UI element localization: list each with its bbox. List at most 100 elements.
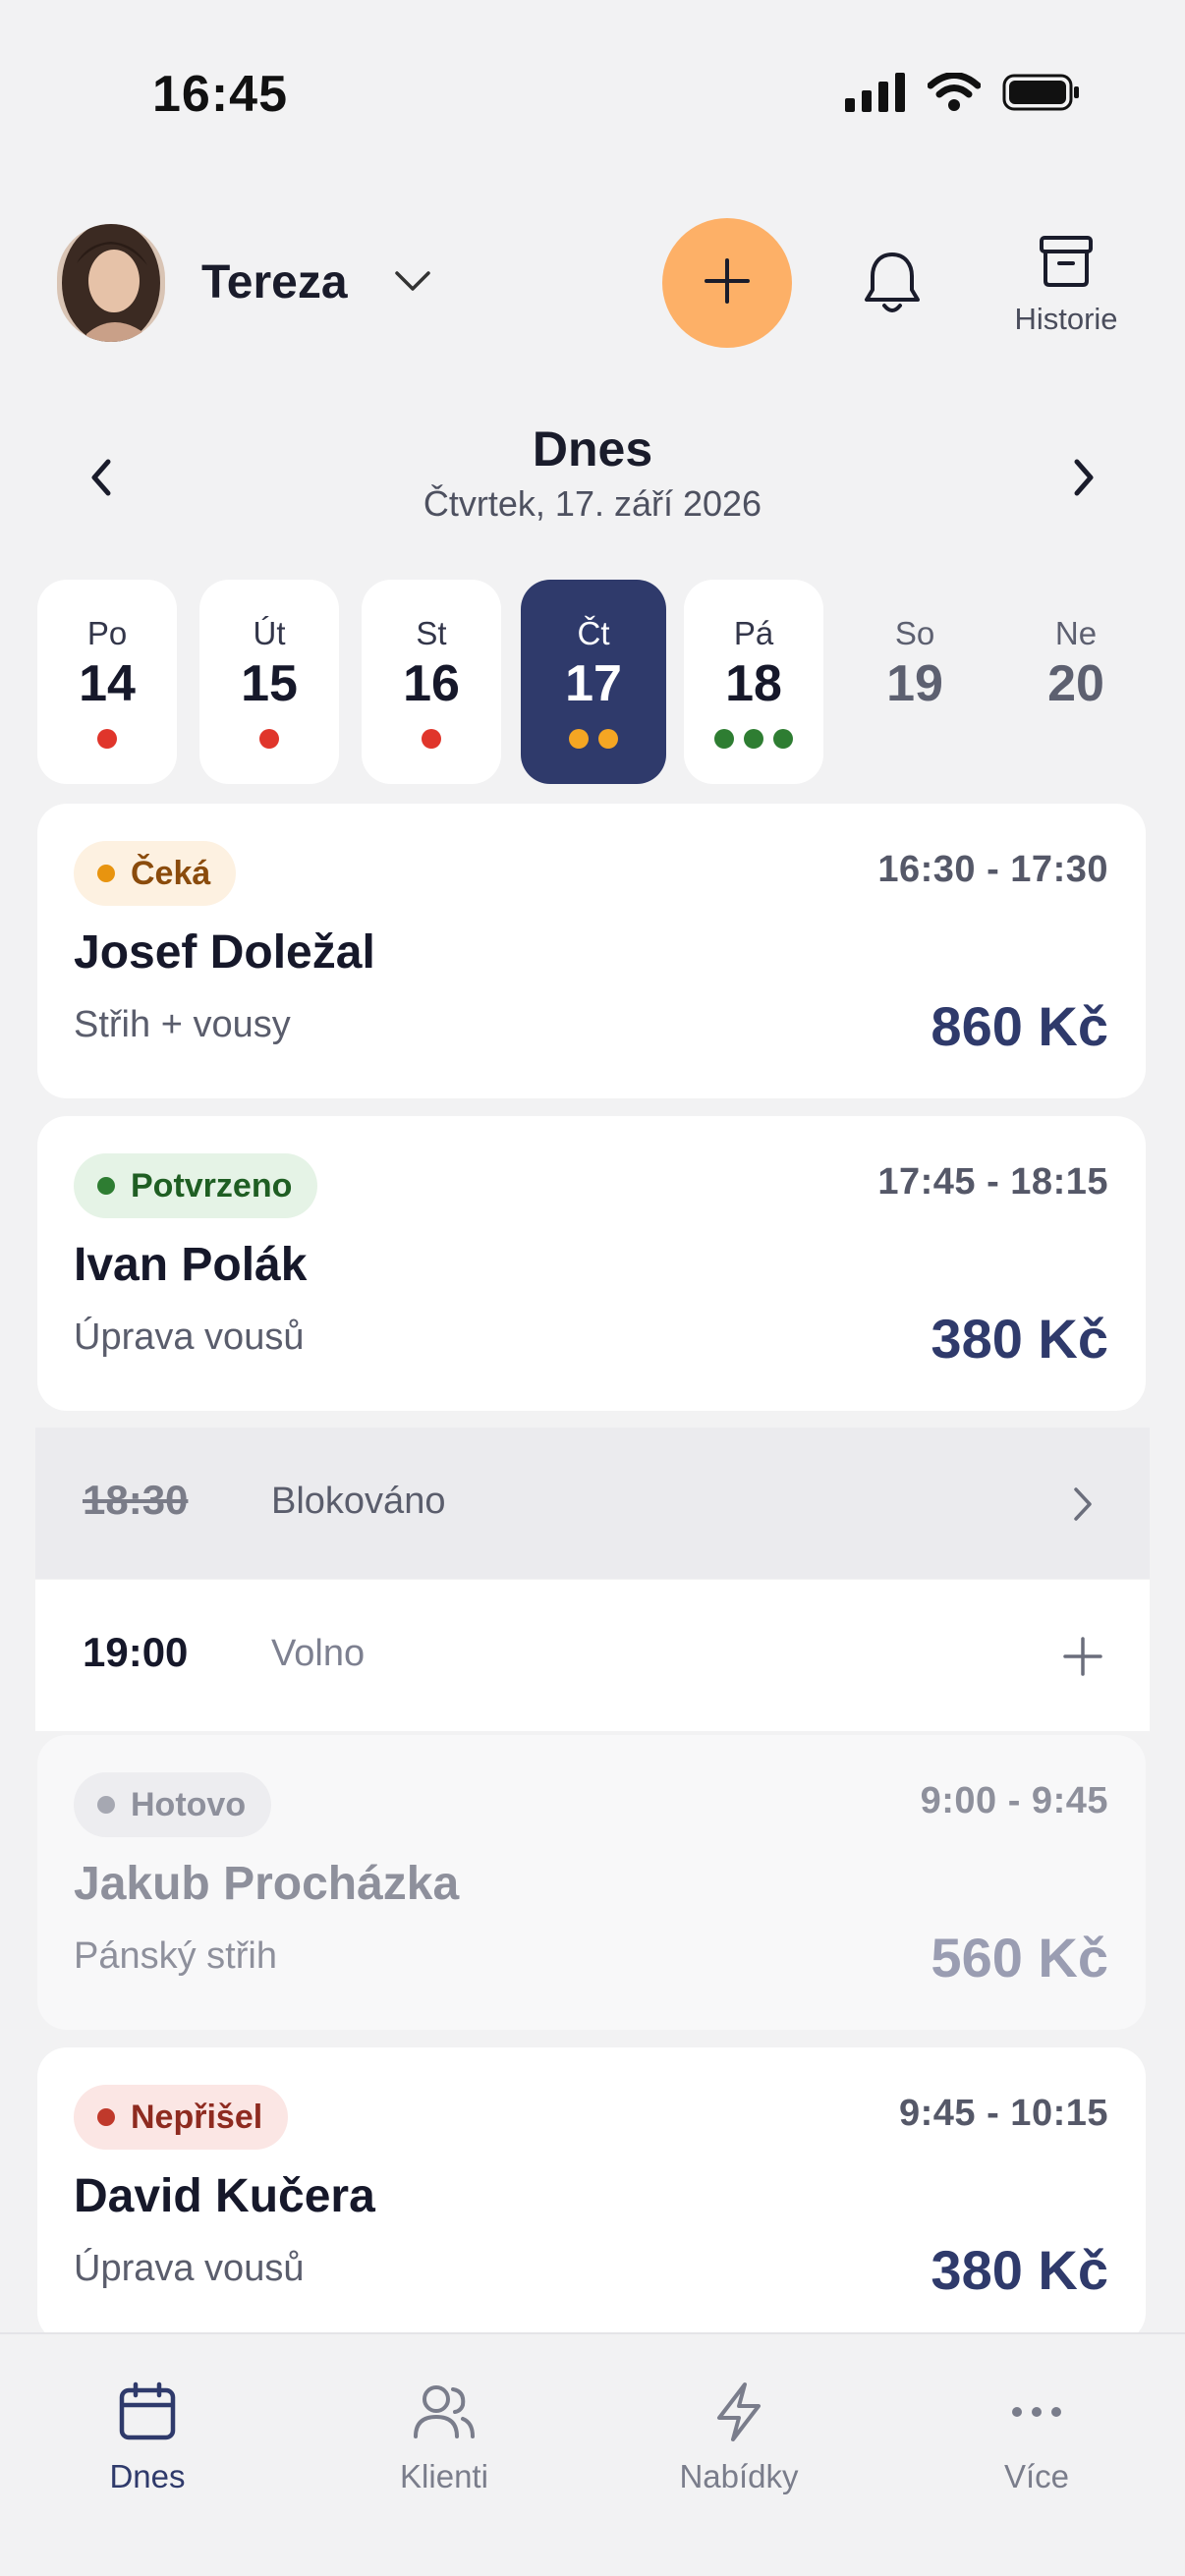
plus-icon: [703, 256, 752, 310]
day-name: Ne: [1054, 615, 1098, 651]
day-name: Út: [253, 615, 286, 651]
status-dot: [97, 1177, 115, 1195]
service-name: Pánský střih: [74, 1935, 277, 1977]
tab-label: Dnes: [109, 2458, 186, 2494]
history-button[interactable]: Historie: [992, 234, 1140, 342]
day-dots: [37, 729, 177, 749]
status-dot: [97, 2108, 115, 2126]
appointment-card[interactable]: Nepřišel 9:45 - 10:15 David Kučera Úprav…: [37, 2047, 1146, 2342]
slot-label: Volno: [271, 1633, 366, 1674]
appointment-price: 860 Kč: [931, 995, 1108, 1057]
add-appointment-button[interactable]: [662, 218, 792, 348]
day-friday[interactable]: Pá 18: [684, 580, 823, 784]
day-dots: [362, 729, 501, 749]
appointment-price: 380 Kč: [931, 1308, 1108, 1370]
avatar[interactable]: [57, 224, 165, 342]
status-badge: Nepřišel: [74, 2085, 289, 2150]
day-name: Čt: [577, 615, 610, 651]
day-number: 19: [886, 655, 943, 712]
next-day-button[interactable]: [1055, 448, 1114, 507]
archive-icon: [1038, 234, 1095, 294]
status-icons: [845, 72, 1081, 117]
slot-time: 19:00: [83, 1629, 189, 1675]
appointment-card[interactable]: Hotovo 9:00 - 9:45 Jakub Procházka Pánsk…: [37, 1735, 1146, 2030]
day-indicator-dot: [259, 729, 279, 749]
tab-label: Více: [1003, 2458, 1070, 2494]
day-name: Pá: [733, 615, 774, 651]
tab-clients[interactable]: Klienti: [336, 2378, 552, 2505]
day-dots: [521, 729, 666, 749]
day-number: 18: [725, 655, 782, 712]
day-indicator-dot: [569, 729, 589, 749]
bell-icon: [862, 249, 923, 322]
status-bar: 16:45: [0, 0, 1185, 196]
status-label: Čeká: [131, 854, 211, 892]
date-title: Dnes: [532, 421, 653, 476]
day-saturday[interactable]: So 19: [845, 580, 985, 784]
appointment-time: 17:45 - 18:15: [877, 1161, 1108, 1203]
blocked-slot[interactable]: 18:30 Blokováno: [35, 1428, 1150, 1579]
appointment-card[interactable]: Čeká 16:30 - 17:30 Josef Doležal Střih +…: [37, 804, 1146, 1098]
tab-today[interactable]: Dnes: [39, 2378, 255, 2505]
slot-time: 18:30: [83, 1477, 189, 1523]
status-time: 16:45: [152, 66, 288, 123]
history-label: Historie: [1014, 302, 1118, 336]
free-slot[interactable]: 19:00 Volno: [35, 1580, 1150, 1731]
tab-label: Klienti: [400, 2458, 488, 2494]
day-indicator-dot: [773, 729, 793, 749]
day-number: 16: [403, 655, 460, 712]
chevron-down-icon[interactable]: [393, 267, 432, 300]
day-monday[interactable]: Po 14: [37, 580, 177, 784]
tab-offers[interactable]: Nabídky: [631, 2378, 847, 2505]
status-badge: Potvrzeno: [74, 1153, 318, 1218]
lightning-icon: [705, 2378, 773, 2446]
tab-label: Nabídky: [679, 2458, 799, 2494]
day-number: 14: [79, 655, 136, 712]
appointment-price: 380 Kč: [931, 2239, 1108, 2301]
day-name: So: [894, 615, 935, 651]
day-number: 17: [565, 655, 622, 712]
day-number: 15: [241, 655, 298, 712]
tab-more[interactable]: Více: [929, 2378, 1145, 2505]
date-subtitle: Čtvrtek, 17. září 2026: [423, 483, 762, 524]
status-dot: [97, 1796, 115, 1814]
day-tuesday[interactable]: Út 15: [199, 580, 339, 784]
user-name[interactable]: Tereza: [201, 255, 348, 309]
chevron-right-icon: [1055, 1477, 1110, 1532]
more-icon: [1002, 2378, 1071, 2446]
day-name: Po: [86, 615, 128, 651]
appointment-time: 16:30 - 17:30: [877, 849, 1108, 890]
day-indicator-dot: [744, 729, 763, 749]
day-name: St: [416, 615, 447, 651]
users-icon: [410, 2378, 479, 2446]
day-sunday[interactable]: Ne 20: [1006, 580, 1146, 784]
status-dot: [97, 865, 115, 882]
slot-label: Blokováno: [271, 1481, 446, 1522]
day-thursday[interactable]: Čt 17: [521, 580, 666, 784]
appointment-price: 560 Kč: [931, 1927, 1108, 1988]
status-badge: Hotovo: [74, 1772, 272, 1837]
status-label: Nepřišel: [131, 2098, 263, 2136]
status-label: Potvrzeno: [131, 1166, 293, 1204]
appointment-time: 9:45 - 10:15: [898, 2093, 1108, 2134]
bottom-tab-bar: Dnes Klienti Nabídky Více: [0, 2332, 1185, 2576]
header: Tereza Historie: [0, 216, 1185, 354]
notifications-button[interactable]: [853, 246, 931, 324]
day-wednesday[interactable]: St 16: [362, 580, 501, 784]
status-label: Hotovo: [131, 1785, 247, 1823]
day-indicator-dot: [422, 729, 441, 749]
appointment-card[interactable]: Potvrzeno 17:45 - 18:15 Ivan Polák Úprav…: [37, 1116, 1146, 1411]
battery-icon: [1002, 73, 1081, 117]
day-indicator-dot: [97, 729, 117, 749]
day-dots: [199, 729, 339, 749]
service-name: Střih + vousy: [74, 1004, 291, 1045]
client-name: Jakub Procházka: [74, 1858, 460, 1910]
day-number: 20: [1047, 655, 1104, 712]
plus-icon[interactable]: [1055, 1629, 1110, 1684]
client-name: Josef Doležal: [74, 926, 375, 979]
service-name: Úprava vousů: [74, 2248, 305, 2289]
client-name: Ivan Polák: [74, 1239, 308, 1291]
client-name: David Kučera: [74, 2170, 375, 2222]
day-dots: [684, 729, 823, 749]
wifi-icon: [927, 72, 982, 117]
